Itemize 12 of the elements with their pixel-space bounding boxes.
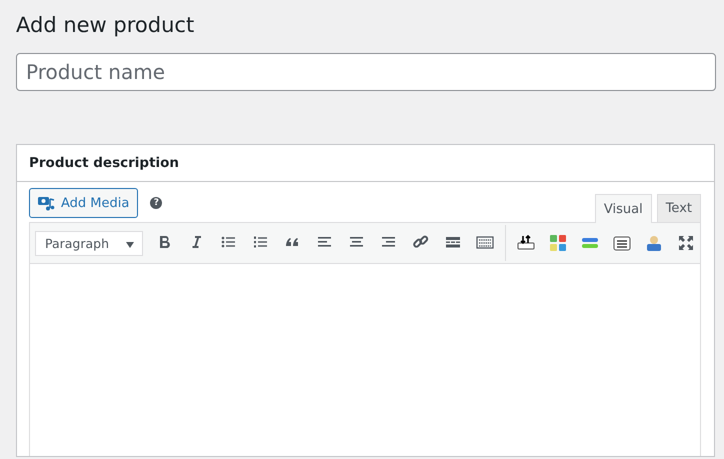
fullscreen-icon	[676, 233, 696, 253]
product-name-field[interactable]: Product name	[16, 53, 716, 91]
color-grid-icon	[548, 233, 568, 253]
help-icon[interactable]: ?	[150, 197, 162, 209]
panel-title: Product description	[29, 155, 180, 171]
media-icon	[38, 195, 55, 211]
editor-tab[interactable]: Visual	[594, 194, 652, 223]
user-icon	[644, 233, 664, 253]
editor-tab[interactable]: Text	[656, 194, 701, 222]
add-media-button[interactable]: Add Media	[29, 188, 138, 218]
format-dropdown[interactable]: Paragraph	[35, 230, 144, 256]
page-title: Add new product	[16, 12, 196, 39]
